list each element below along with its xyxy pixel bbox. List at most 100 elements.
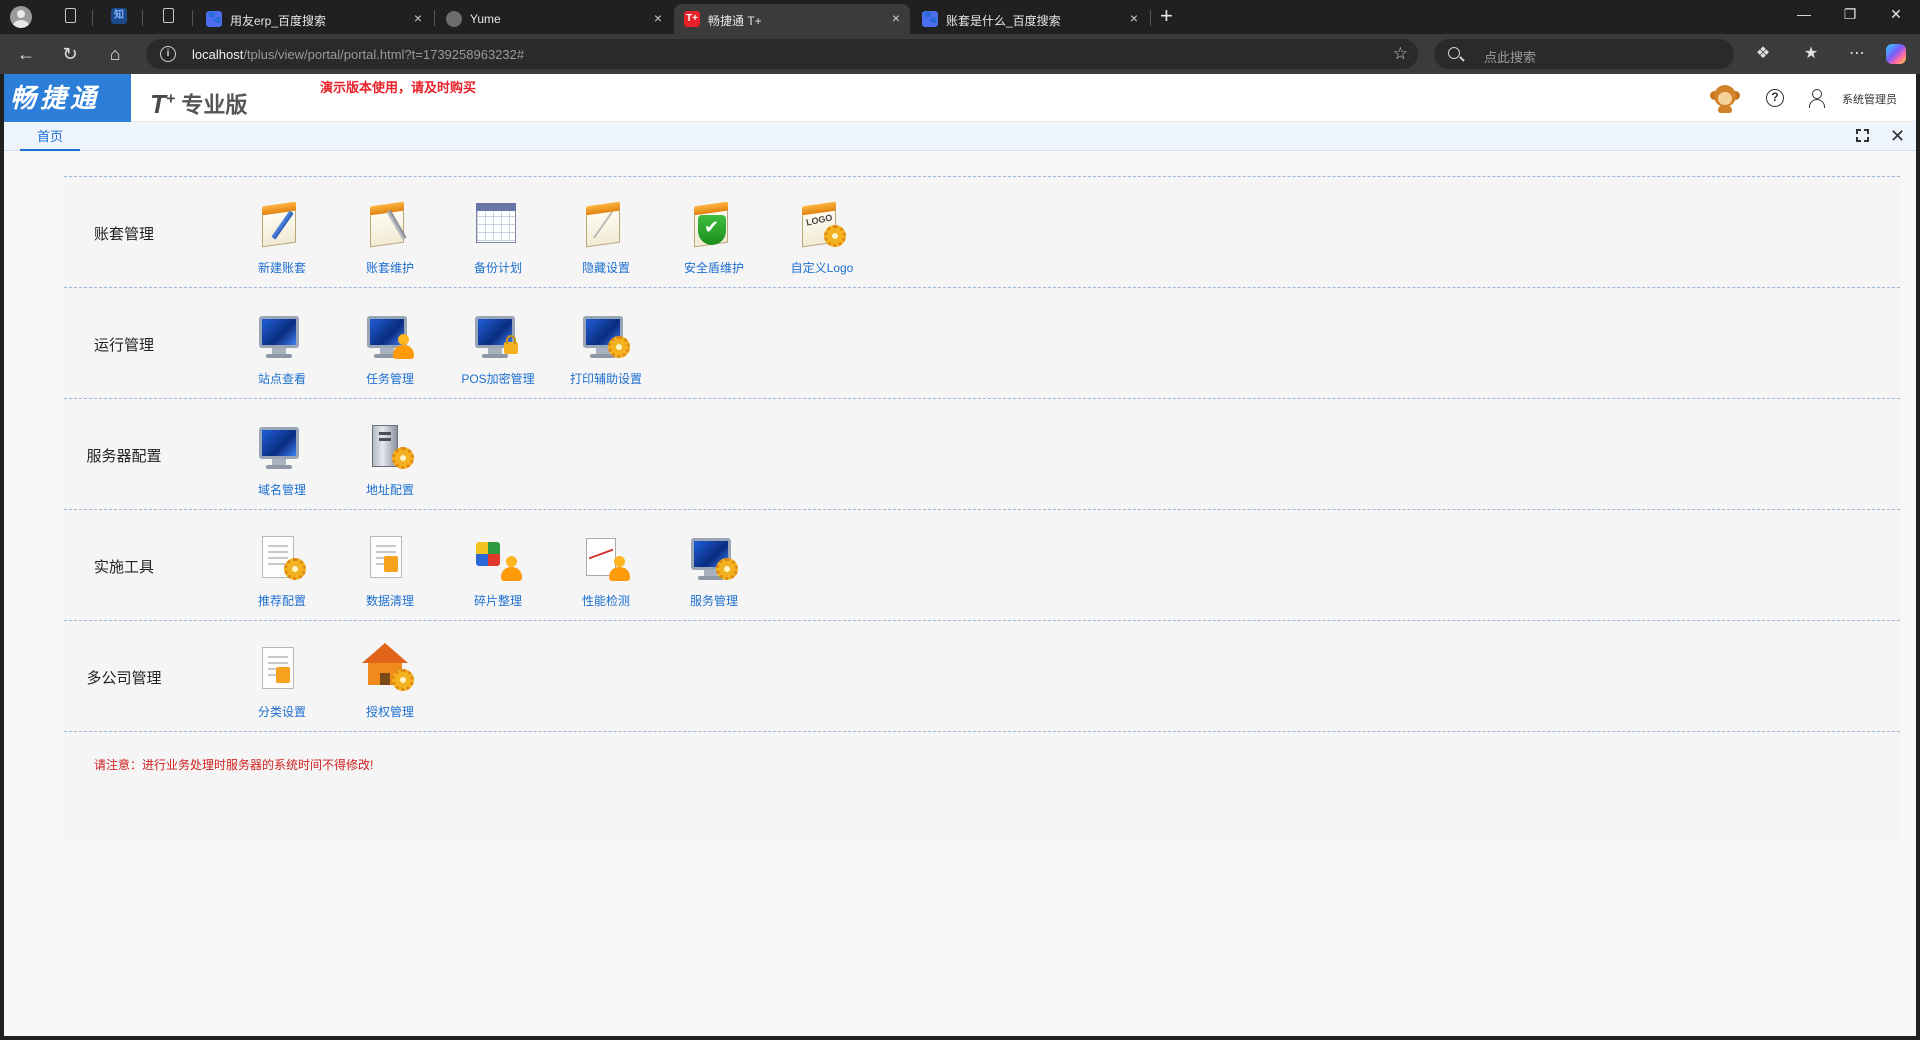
item-defrag[interactable]: 碎片整理 xyxy=(448,518,548,618)
item-print-assist[interactable]: 打印辅助设置 xyxy=(556,296,656,396)
item-label: 安全盾维护 xyxy=(683,261,744,275)
favorites-list-icon[interactable]: ★ xyxy=(1800,42,1822,66)
item-label: 碎片整理 xyxy=(473,594,522,608)
tab-tplus[interactable]: T+ 畅捷通 T+ × xyxy=(674,4,910,34)
site-info-icon[interactable]: i xyxy=(160,46,176,62)
data-clean-doc-icon xyxy=(364,532,416,584)
tplus-app: 畅捷通 T+ 专业版 演示版本使用，请及时购买 ? 系统管理员 首页 ✕ 账套管… xyxy=(4,74,1916,1036)
item-domain-management[interactable]: 域名管理 xyxy=(232,407,332,507)
product-logo: T+ 专业版 xyxy=(150,88,248,119)
print-assist-gear-icon xyxy=(580,310,632,362)
back-arrow-icon[interactable]: ← xyxy=(14,42,38,66)
performance-chart-icon xyxy=(580,532,632,584)
baidu-paw-icon xyxy=(206,10,222,27)
chanjet-brand-logo: 畅捷通 xyxy=(4,74,131,122)
item-performance-check[interactable]: 性能检测 xyxy=(556,518,656,618)
demo-notice: 演示版本使用，请及时购买 xyxy=(320,80,477,95)
item-label: 分类设置 xyxy=(257,705,306,719)
tab-baidu-account[interactable]: 账套是什么_百度搜索 × xyxy=(912,4,1148,34)
domain-monitor-icon xyxy=(256,421,308,473)
item-label: 新建账套 xyxy=(257,261,306,275)
extensions-puzzle-icon[interactable]: ❖ xyxy=(1752,42,1774,66)
item-hidden-settings[interactable]: 隐藏设置 xyxy=(556,185,656,285)
browser-search-box[interactable]: 点此搜索 xyxy=(1434,39,1734,69)
tab-title: 畅捷通 T+ xyxy=(708,14,762,28)
item-label: 账套维护 xyxy=(365,261,414,275)
more-menu-icon[interactable]: ⋯ xyxy=(1846,42,1868,66)
address-bar[interactable]: i localhost/tplus/view/portal/portal.htm… xyxy=(146,39,1418,69)
section-title: 账套管理 xyxy=(93,226,154,243)
item-custom-logo[interactable]: LOGO 自定义Logo xyxy=(772,185,872,285)
backup-calendar-icon xyxy=(472,199,524,251)
browser-tab-bar: 知 用友erp_百度搜索 × Yume × T+ 畅捷通 T+ × 账套是什么_… xyxy=(0,0,1920,34)
tab-title: Yume xyxy=(470,12,501,26)
security-shield-icon xyxy=(688,199,740,251)
profile-avatar-icon[interactable] xyxy=(10,6,32,28)
user-name[interactable]: 系统管理员 xyxy=(1842,91,1897,107)
copilot-icon[interactable] xyxy=(1886,44,1906,64)
home-icon[interactable]: ⌂ xyxy=(103,42,127,66)
restore-icon[interactable]: ❐ xyxy=(1840,6,1860,23)
window-close-icon[interactable]: ✕ xyxy=(1886,6,1906,23)
help-icon[interactable]: ? xyxy=(1766,89,1784,107)
tab-close-icon[interactable]: × xyxy=(892,10,900,26)
reload-icon[interactable]: ↻ xyxy=(58,42,82,66)
app-tab-strip: 首页 ✕ xyxy=(4,123,1916,151)
server-tower-gear-icon xyxy=(364,421,416,473)
account-maintenance-icon xyxy=(364,199,416,251)
new-account-pad-icon xyxy=(256,199,308,251)
tab-yume[interactable]: Yume × xyxy=(436,4,672,34)
user-icon[interactable] xyxy=(1808,89,1825,108)
baidu-paw-icon xyxy=(922,10,938,27)
item-label: 域名管理 xyxy=(257,483,306,497)
search-placeholder: 点此搜索 xyxy=(1484,50,1537,65)
pinned-tab-doc-icon-2[interactable] xyxy=(160,7,178,25)
minimize-icon[interactable]: — xyxy=(1794,6,1814,22)
item-label: POS加密管理 xyxy=(461,372,535,386)
favorite-star-icon[interactable]: ☆ xyxy=(1393,44,1408,64)
section-runtime-management: 运行管理 站点查看 任务管理 POS加密管理 打印辅助设置 xyxy=(64,288,1900,399)
tab-close-icon[interactable]: × xyxy=(414,10,422,26)
item-service-management[interactable]: 服务管理 xyxy=(664,518,764,618)
app-header: 畅捷通 T+ 专业版 演示版本使用，请及时购买 ? 系统管理员 xyxy=(4,74,1916,122)
item-new-account[interactable]: 新建账套 xyxy=(232,185,332,285)
recommend-doc-gear-icon xyxy=(256,532,308,584)
site-monitor-icon xyxy=(256,310,308,362)
item-pos-encrypt[interactable]: POS加密管理 xyxy=(448,296,548,396)
tab-close-icon[interactable]: × xyxy=(654,10,662,26)
item-task-management[interactable]: 任务管理 xyxy=(340,296,440,396)
item-label: 数据清理 xyxy=(365,594,414,608)
section-title: 实施工具 xyxy=(93,559,154,576)
item-backup-plan[interactable]: 备份计划 xyxy=(448,185,548,285)
item-address-config[interactable]: 地址配置 xyxy=(340,407,440,507)
item-label: 服务管理 xyxy=(689,594,738,608)
browser-toolbar: ← ↻ ⌂ i localhost/tplus/view/portal/port… xyxy=(0,34,1920,74)
item-label: 打印辅助设置 xyxy=(569,372,642,386)
maximize-icon[interactable] xyxy=(1856,129,1869,142)
item-label: 推荐配置 xyxy=(257,594,306,608)
portal-panel: 账套管理 新建账套 账套维护 备份计划 隐藏设置 安全盾维护 xyxy=(64,174,1900,842)
item-site-view[interactable]: 站点查看 xyxy=(232,296,332,396)
item-account-maintenance[interactable]: 账套维护 xyxy=(340,185,440,285)
tab-close-icon[interactable]: × xyxy=(1130,10,1138,26)
service-monitor-gear-icon xyxy=(688,532,740,584)
item-recommend-config[interactable]: 推荐配置 xyxy=(232,518,332,618)
item-security-shield[interactable]: 安全盾维护 xyxy=(664,185,764,285)
new-tab-button[interactable]: + xyxy=(1160,5,1173,27)
pinned-tab-doc-icon[interactable] xyxy=(62,7,80,25)
item-category-settings[interactable]: 分类设置 xyxy=(232,629,332,729)
monkey-mascot-icon[interactable] xyxy=(1710,83,1740,113)
item-label: 地址配置 xyxy=(365,483,414,497)
tab-home[interactable]: 首页 xyxy=(20,123,80,151)
category-doc-icon xyxy=(256,643,308,695)
pinned-tab-zhihu-icon[interactable]: 知 xyxy=(110,7,128,25)
yume-circle-icon xyxy=(446,11,462,27)
task-monitor-person-icon xyxy=(364,310,416,362)
tplus-logo-icon: T+ xyxy=(684,11,700,27)
close-tab-icon[interactable]: ✕ xyxy=(1890,126,1905,146)
url-text[interactable]: localhost/tplus/view/portal/portal.html?… xyxy=(192,47,524,62)
search-icon xyxy=(1448,47,1460,59)
item-data-clean[interactable]: 数据清理 xyxy=(340,518,440,618)
tab-baidu-erp[interactable]: 用友erp_百度搜索 × xyxy=(196,4,432,34)
item-authorization[interactable]: 授权管理 xyxy=(340,629,440,729)
